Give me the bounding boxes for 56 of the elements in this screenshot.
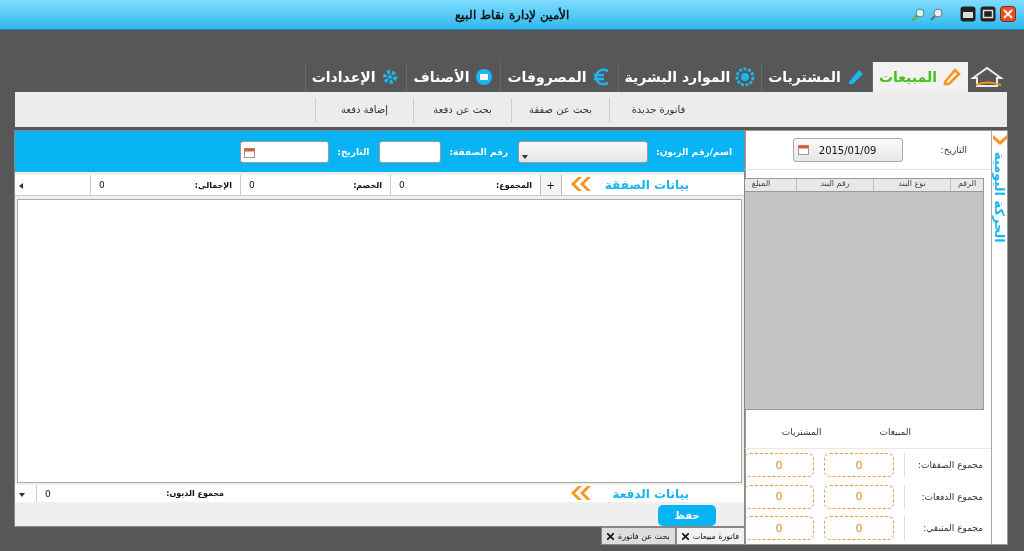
total-value: 0 [399,180,405,191]
chevron-icon [570,485,591,500]
toolbar-button[interactable]: إضافة دفعة [315,97,413,122]
gear-icon [735,67,756,87]
document-tab[interactable]: بحث عن فاتورة [600,527,676,545]
dropdown-field[interactable] [518,140,649,163]
toolbar-button[interactable]: فاتورة جديدة [609,97,707,122]
box-icon [474,67,495,87]
total-label: الخصم: [353,180,382,190]
value-box: 0 [824,516,894,541]
caret-icon[interactable] [19,493,25,497]
search-icon[interactable] [930,7,944,21]
total-value: 0 [249,180,255,191]
input-field[interactable] [379,140,442,163]
pencil-icon [942,67,962,87]
value-box: 0 [824,484,894,509]
close-icon[interactable] [681,532,689,540]
caret-icon [522,154,529,159]
close-icon[interactable] [606,532,614,540]
total-label: المجموع: [496,180,532,190]
close-icon[interactable] [1000,6,1016,22]
field-label: اسم/رقم الزبون: [656,146,732,157]
keyboard-icon[interactable] [960,6,976,22]
maximize-icon[interactable] [980,6,996,22]
chevron-icon [570,177,591,192]
total-label: مجموع الديون: [166,489,224,498]
field-label: رقم الصفقة: [449,146,509,157]
field-label: التاريخ: [940,145,967,156]
column-header: نوع البند [873,179,950,192]
total-label: الإجمالي: [194,180,232,190]
row-label: مجموع المتبقي: [904,516,983,541]
calendar-icon[interactable] [797,144,809,156]
total-value: 0 [99,180,105,191]
arrow-icon[interactable] [19,182,23,189]
window-title: الأمين لإدارة نقاط البيع [455,7,569,22]
toolbar-button[interactable]: بحث عن صفقة [511,97,609,122]
calendar-icon[interactable] [244,146,256,158]
house-icon[interactable] [970,66,1004,88]
date-field[interactable]: 2015/01/09 [792,138,903,163]
column-header: الرقم [950,179,983,192]
section-title: بيانات الصفقة [603,178,690,193]
column-label: المبيعات [879,427,911,438]
row-label: مجموع الصفقات: [904,453,983,478]
value-box: 0 [824,453,894,478]
column-label: المشتريات [781,427,822,438]
row-label: مجموع الدفعات: [904,484,983,509]
search-icon[interactable] [912,7,926,21]
toolbar-button[interactable]: بحث عن دفعة [413,97,511,122]
column-header: رقم البند [796,179,873,192]
add-button[interactable]: + [540,175,562,196]
document-tab[interactable]: فاتورة مبيعات [675,527,745,545]
panel-title: الحركة اليومية [992,152,1007,243]
field-label: التاريخ: [337,146,370,157]
date-field[interactable] [240,140,330,163]
section-title: بيانات الدفعة [611,486,690,501]
total-value: 0 [45,488,51,499]
